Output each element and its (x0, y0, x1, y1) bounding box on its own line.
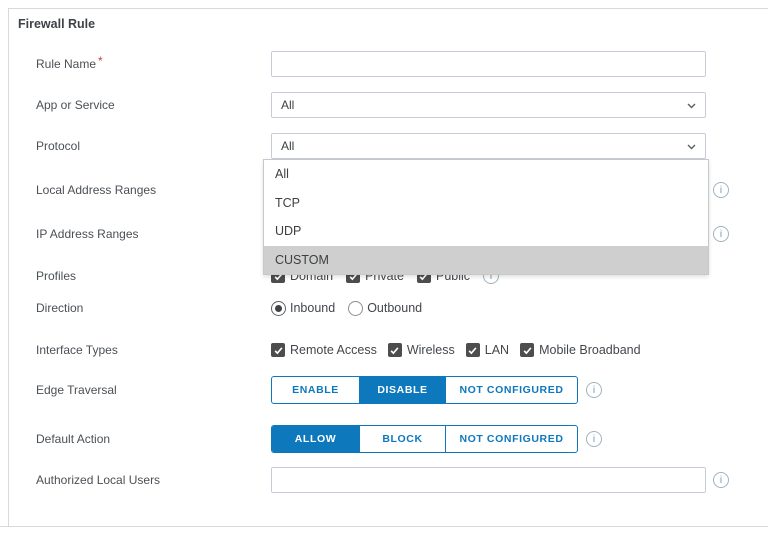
authorized-local-users-label: Authorized Local Users (36, 473, 161, 487)
direction-group: Inbound Outbound (271, 300, 422, 316)
interface-types-label: Interface Types (36, 343, 118, 357)
interface-checkbox-lan[interactable]: LAN (465, 343, 509, 357)
edge-traversal-group: ENABLE DISABLE NOT CONFIGURED i (271, 376, 602, 404)
info-icon[interactable]: i (713, 182, 729, 198)
default-action-button-group: ALLOW BLOCK NOT CONFIGURED (271, 425, 578, 453)
protocol-label: Protocol (36, 139, 81, 153)
local-address-ranges-label: Local Address Ranges (36, 183, 157, 197)
interface-checkbox-remote-access[interactable]: Remote Access (271, 343, 377, 357)
edge-traversal-button-group: ENABLE DISABLE NOT CONFIGURED (271, 376, 578, 404)
protocol-option-udp[interactable]: UDP (264, 217, 708, 246)
protocol-dropdown: All TCP UDP CUSTOM (263, 159, 709, 275)
rule-name-input[interactable] (271, 51, 706, 77)
info-icon[interactable]: i (713, 472, 729, 488)
protocol-select[interactable]: All (271, 133, 706, 159)
direction-radio-outbound[interactable]: Outbound (348, 300, 422, 316)
protocol-option-all[interactable]: All (264, 160, 708, 189)
edge-traversal-disable-button[interactable]: DISABLE (359, 377, 445, 403)
direction-label: Direction (36, 301, 84, 315)
default-action-label: Default Action (36, 432, 111, 446)
checkbox-checked-icon (271, 343, 285, 357)
app-or-service-selected-value: All (281, 98, 295, 112)
checkbox-checked-icon (465, 343, 480, 357)
default-action-not-configured-button[interactable]: NOT CONFIGURED (445, 426, 577, 452)
info-icon[interactable]: i (586, 431, 602, 447)
default-action-group: ALLOW BLOCK NOT CONFIGURED i (271, 425, 602, 453)
interface-checkbox-mobile-broadband[interactable]: Mobile Broadband (520, 343, 641, 357)
profiles-label: Profiles (36, 269, 77, 283)
info-icon[interactable]: i (586, 382, 602, 398)
info-icon[interactable]: i (713, 226, 729, 242)
interface-checkbox-wireless[interactable]: Wireless (387, 343, 455, 357)
chevron-down-icon (687, 144, 696, 150)
app-or-service-label: App or Service (36, 98, 115, 112)
edge-traversal-not-configured-button[interactable]: NOT CONFIGURED (445, 377, 577, 403)
default-action-block-button[interactable]: BLOCK (359, 426, 445, 452)
app-or-service-select[interactable]: All (271, 92, 706, 118)
protocol-option-tcp[interactable]: TCP (264, 189, 708, 218)
required-asterisk: * (98, 54, 103, 68)
checkbox-checked-icon (520, 343, 535, 357)
default-action-allow-button[interactable]: ALLOW (272, 426, 359, 452)
bottom-divider (0, 526, 768, 527)
protocol-option-custom[interactable]: CUSTOM (264, 245, 708, 274)
checkbox-checked-icon (387, 343, 402, 357)
interface-types-group: Remote Access Wireless LAN Mobile Broadb… (271, 342, 641, 358)
radio-selected-icon (271, 300, 286, 316)
direction-radio-inbound[interactable]: Inbound (271, 300, 335, 316)
rule-name-label: Rule Name * (36, 54, 103, 71)
protocol-selected-value: All (281, 139, 295, 153)
edge-traversal-label: Edge Traversal (36, 383, 117, 397)
chevron-down-icon (687, 103, 696, 109)
ip-address-ranges-label: IP Address Ranges (36, 227, 139, 241)
edge-traversal-enable-button[interactable]: ENABLE (272, 377, 359, 403)
radio-unselected-icon (348, 300, 364, 316)
firewall-rule-panel: Firewall Rule Rule Name * App or Service … (8, 8, 768, 526)
panel-title: Firewall Rule (18, 17, 96, 31)
authorized-local-users-input[interactable] (271, 467, 706, 493)
